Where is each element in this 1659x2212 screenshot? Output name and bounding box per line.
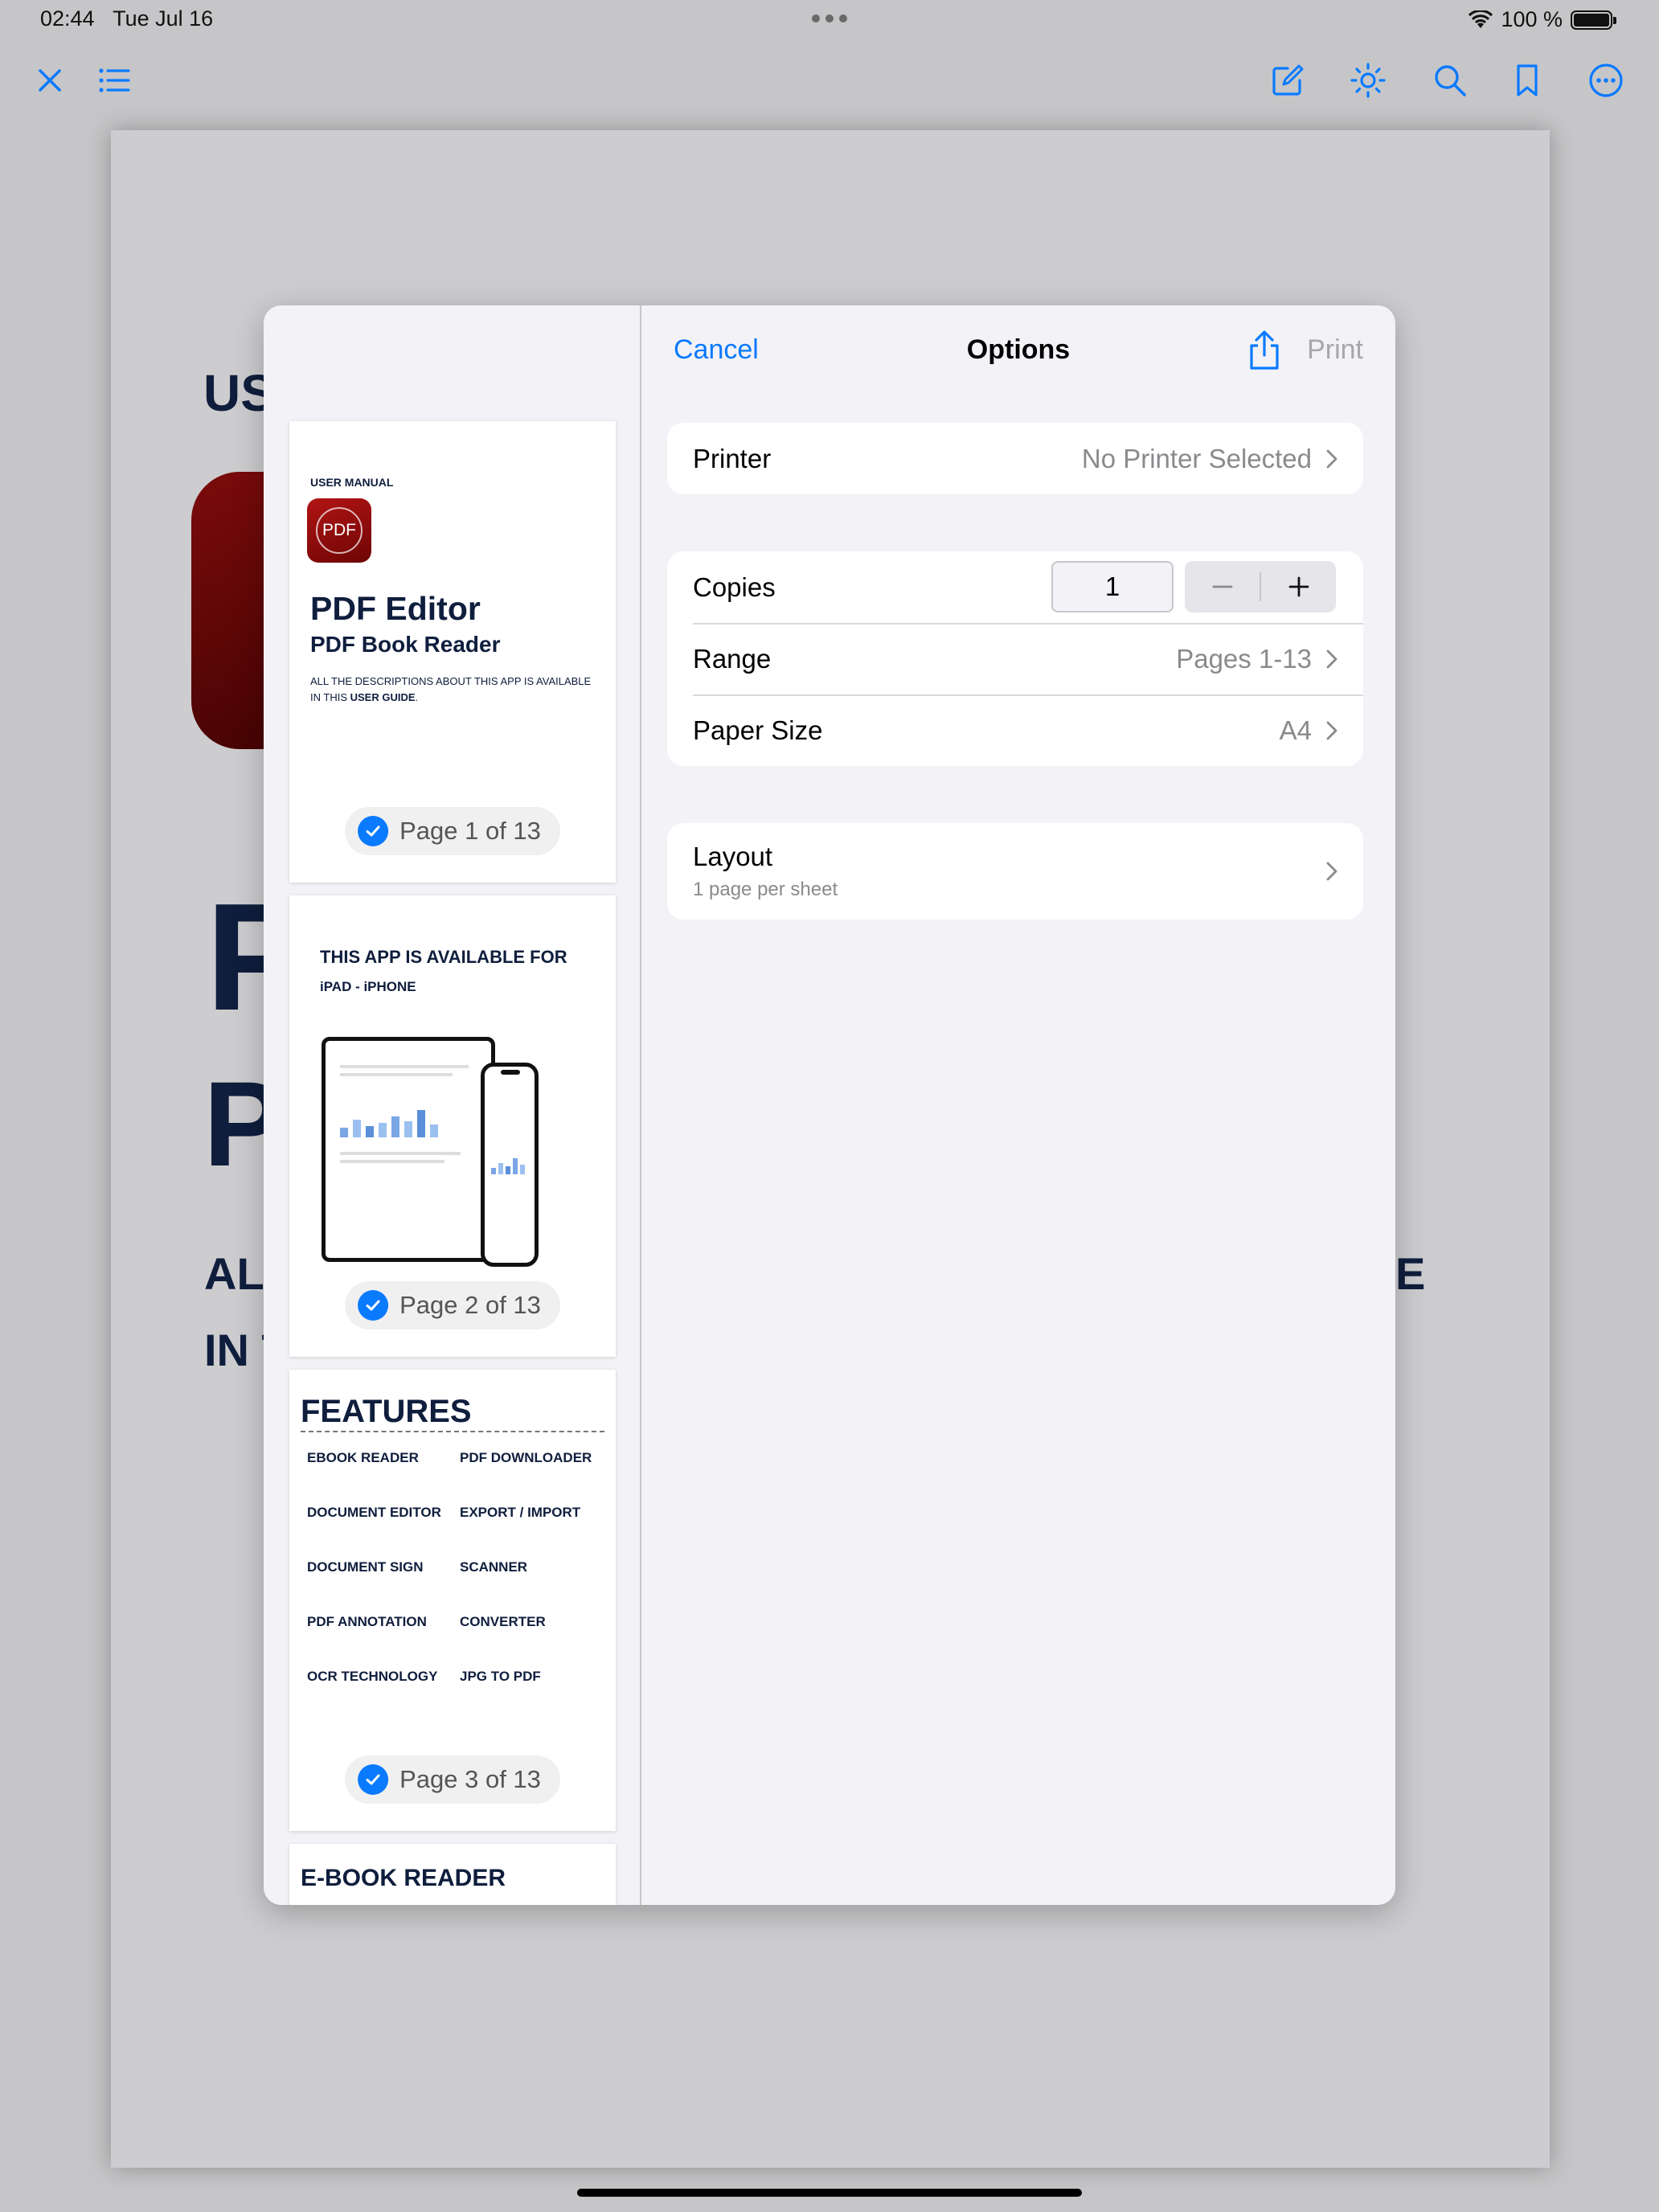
copies-row: Copies 1 — [667, 551, 1363, 623]
increment-button[interactable] — [1261, 561, 1336, 612]
more-icon[interactable] — [1583, 58, 1628, 103]
battery-icon — [1571, 10, 1616, 30]
range-row[interactable]: Range Pages 1-13 — [667, 623, 1363, 694]
plus-icon — [1288, 576, 1309, 597]
print-button[interactable]: Print — [1307, 334, 1363, 366]
feature-item: OCR TECHNOLOGY — [307, 1669, 438, 1684]
layout-label: Layout — [693, 842, 773, 871]
wifi-icon — [1469, 10, 1493, 28]
doc-text-al: AL — [204, 1248, 264, 1299]
page-1-selected-pill[interactable]: Page 1 of 13 — [345, 807, 560, 855]
options-header: Cancel Options Print — [641, 305, 1395, 395]
status-bar: 02:44 Tue Jul 16 100 % — [0, 0, 1659, 40]
feature-item: EBOOK READER — [307, 1450, 419, 1465]
copies-label: Copies — [693, 571, 776, 602]
options-pane: Cancel Options Print Printer No Printer … — [641, 305, 1395, 1905]
page-3-selected-pill[interactable]: Page 3 of 13 — [345, 1755, 560, 1804]
layout-row[interactable]: Layout 1 page per sheet — [667, 823, 1363, 920]
search-icon[interactable] — [1428, 58, 1473, 103]
copies-stepper — [1185, 561, 1336, 612]
feature-item: PDF DOWNLOADER — [460, 1450, 592, 1465]
page-preview-list[interactable]: USER MANUAL PDF PDF Editor PDF Book Read… — [264, 305, 641, 1905]
feature-list: EBOOK READER PDF DOWNLOADER DOCUMENT EDI… — [307, 1450, 604, 1685]
thumb2-title: THIS APP IS AVAILABLE FOR — [320, 947, 567, 967]
chevron-right-icon — [1326, 649, 1337, 668]
checkmark-icon — [358, 816, 389, 846]
thumb4-title: E-BOOK READER — [301, 1865, 506, 1891]
reader-toolbar — [0, 40, 1659, 121]
print-options-sheet: USER MANUAL PDF PDF Editor PDF Book Read… — [264, 305, 1395, 1905]
ipad-mockup — [322, 1037, 495, 1262]
feature-item: DOCUMENT EDITOR — [307, 1505, 441, 1520]
minus-icon — [1212, 585, 1232, 588]
chevron-right-icon — [1326, 721, 1337, 739]
feature-item: EXPORT / IMPORT — [460, 1505, 581, 1520]
divider — [301, 1431, 604, 1432]
feature-item: DOCUMENT SIGN — [307, 1559, 424, 1575]
brightness-icon[interactable] — [1346, 58, 1391, 103]
feature-item: PDF ANNOTATION — [307, 1614, 427, 1629]
close-icon[interactable] — [27, 58, 72, 103]
share-icon[interactable] — [1246, 330, 1283, 371]
page-thumbnail-2[interactable]: THIS APP IS AVAILABLE FOR iPAD - iPHONE — [289, 895, 616, 1357]
checkmark-icon — [358, 1290, 389, 1321]
bookmark-icon[interactable] — [1505, 58, 1550, 103]
paper-size-value: A4 — [1279, 715, 1312, 745]
page-thumbnail-4[interactable]: E-BOOK READER — [289, 1844, 616, 1905]
printer-card: Printer No Printer Selected — [667, 423, 1363, 494]
thumb1-title: PDF Editor — [310, 590, 481, 627]
list-icon[interactable] — [92, 58, 137, 103]
feature-item: JPG TO PDF — [460, 1669, 541, 1684]
status-time: 02:44 Tue Jul 16 — [40, 6, 214, 31]
chevron-right-icon — [1326, 449, 1337, 468]
copies-field[interactable]: 1 — [1051, 561, 1174, 612]
page-2-selected-pill[interactable]: Page 2 of 13 — [345, 1281, 560, 1329]
print-settings-card: Copies 1 Range Pages 1-13 Paper Size A4 — [667, 551, 1363, 766]
layout-card: Layout 1 page per sheet — [667, 823, 1363, 920]
printer-value: No Printer Selected — [1081, 443, 1312, 473]
chevron-right-icon — [1326, 862, 1337, 881]
battery-percent: 100 % — [1501, 7, 1563, 31]
home-indicator[interactable] — [577, 2189, 1082, 2197]
thumb1-subtitle: PDF Book Reader — [310, 632, 501, 657]
range-value: Pages 1-13 — [1176, 643, 1312, 674]
compose-icon[interactable] — [1265, 58, 1310, 103]
thumb1-description: ALL THE DESCRIPTIONS ABOUT THIS APP IS A… — [310, 675, 592, 703]
multitasking-dots[interactable] — [812, 14, 847, 23]
range-label: Range — [693, 643, 772, 674]
paper-size-label: Paper Size — [693, 715, 823, 745]
printer-label: Printer — [693, 443, 772, 473]
page-thumbnail-3[interactable]: FEATURES EBOOK READER PDF DOWNLOADER DOC… — [289, 1370, 616, 1831]
feature-item: SCANNER — [460, 1559, 528, 1575]
page-thumbnail-1[interactable]: USER MANUAL PDF PDF Editor PDF Book Read… — [289, 421, 616, 883]
iphone-mockup — [481, 1063, 539, 1267]
decrement-button[interactable] — [1185, 561, 1260, 612]
checkmark-icon — [358, 1764, 389, 1795]
paper-size-row[interactable]: Paper Size A4 — [667, 694, 1363, 766]
pdf-logo-icon: PDF — [307, 498, 371, 563]
thumb3-title: FEATURES — [301, 1394, 472, 1429]
status-right: 100 % — [1469, 7, 1616, 32]
printer-row[interactable]: Printer No Printer Selected — [667, 423, 1363, 494]
layout-subtitle: 1 page per sheet — [693, 879, 838, 900]
thumb2-subtitle: iPAD - iPHONE — [320, 979, 416, 994]
doc-text-e: E — [1395, 1248, 1426, 1299]
feature-item: CONVERTER — [460, 1614, 546, 1629]
thumb1-label: USER MANUAL — [310, 476, 394, 489]
